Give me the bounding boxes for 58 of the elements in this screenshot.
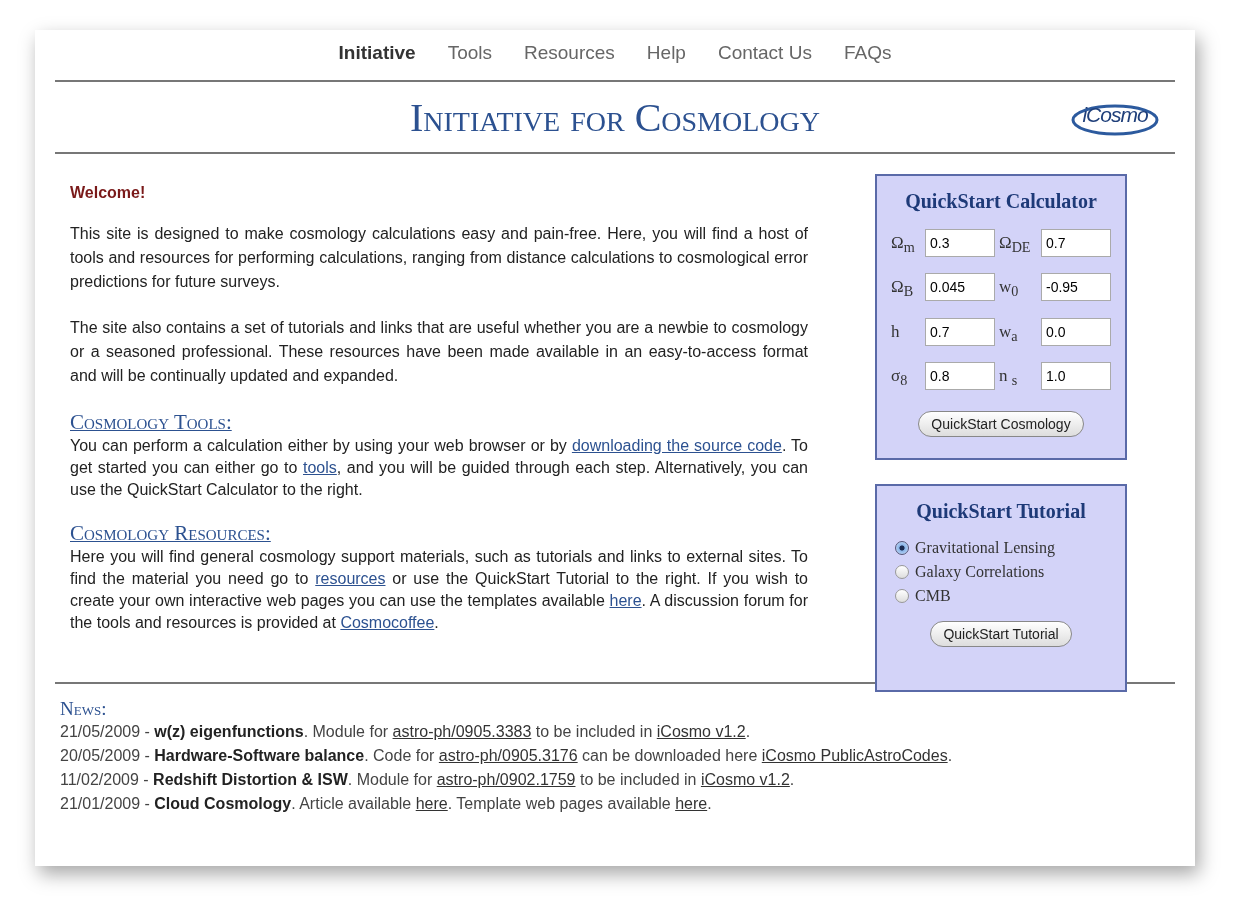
parameter-label: Ω$_{B}$ — [891, 276, 915, 302]
parameter-label: h — [891, 320, 901, 343]
input-field[interactable]: 0.3 — [925, 229, 995, 257]
option-label: CMB — [915, 587, 951, 605]
section-heading-link[interactable]: Cosmology Resources: — [70, 521, 271, 546]
radio-button[interactable] — [895, 589, 909, 603]
nav-link[interactable]: Tools — [447, 42, 492, 80]
parameter-label: w$_{a}$ — [999, 320, 1019, 347]
text-link[interactable]: astro-ph/0905.3176 — [438, 747, 578, 764]
text-link[interactable]: here — [675, 795, 708, 812]
input-field[interactable]: 0.7 — [925, 317, 995, 346]
parameter-label: σ$_{8}$ — [891, 365, 909, 391]
nav-link[interactable]: Help — [646, 42, 686, 80]
panel-title: QuickStart Calculator — [904, 190, 1098, 213]
input-field[interactable]: 0.7 — [1041, 229, 1111, 257]
nav-link[interactable]: FAQs — [843, 42, 892, 80]
input-field[interactable]: -0.95 — [1041, 273, 1111, 302]
quickstart-button[interactable]: QuickStart Tutorial — [930, 621, 1072, 647]
news-heading[interactable]: News: — [60, 698, 107, 720]
text-link[interactable]: astro-ph/0905.3383 — [392, 723, 532, 740]
text-link[interactable]: iCosmo v1.2 — [656, 723, 746, 740]
text-link[interactable]: downloading the source code — [571, 437, 782, 454]
text-link[interactable]: resources — [315, 570, 386, 587]
section-heading-link[interactable]: Cosmology Tools: — [70, 410, 232, 435]
quickstart-button[interactable]: QuickStart Cosmology — [918, 410, 1084, 437]
nav-link[interactable]: Resources — [524, 42, 615, 80]
text-link[interactable]: Cosmocoffee — [340, 614, 435, 631]
text-link[interactable]: tools — [303, 459, 337, 476]
paragraph-text: Here you will find general cosmology support materials, such as tutorials and links to external sites. To find the material you need go to resources or use the QuickStart Tutorial to the right. If you wish to create your own interactive web pages you can use the templates available here. A discussion forum for the tools and resources is provided at Cosmocoffee. — [70, 547, 808, 633]
input-field[interactable]: 0.0 — [1041, 317, 1111, 346]
radio-button[interactable] — [895, 541, 909, 555]
option-label: Galaxy Correlations — [915, 563, 1045, 581]
news-item: 21/01/2009 - Cloud Cosmology. Article available here. Template web pages available here. — [60, 794, 713, 814]
parameter-label: Ω$_{m}$ — [891, 232, 916, 258]
text-link[interactable]: iCosmo v1.2 — [700, 771, 790, 788]
news-item: 20/05/2009 - Hardware-Software balance. Code for astro-ph/0905.3176 can be downloaded here iCosmo PublicAstroCodes. — [60, 746, 954, 766]
news-item: 11/02/2009 - Redshift Distortion & ISW. Module for astro-ph/0902.1759 to be included in iCosmo v1.2. — [60, 770, 796, 790]
text-link[interactable]: here — [415, 795, 448, 812]
option-label: Gravitational Lensing — [915, 539, 1055, 557]
parameter-label: w$_{0}$ — [999, 276, 1020, 302]
parameter-label: Ω$_{DE}$ — [999, 232, 1032, 258]
welcome-heading: Welcome! — [70, 184, 147, 202]
text-link[interactable]: iCosmo PublicAstroCodes — [761, 747, 948, 764]
text-link[interactable]: astro-ph/0902.1759 — [436, 771, 576, 788]
input-field[interactable]: 0.8 — [925, 362, 995, 391]
input-field[interactable]: 0.045 — [925, 273, 995, 302]
text-link[interactable]: here — [609, 592, 642, 609]
nav-link[interactable]: Initiative — [338, 42, 416, 80]
paragraph-text: The site also contains a set of tutorials and links that are useful whether you are a newbie to cosmology or a seasoned professional. These resources have been made available in an easy-to-access format and will be continually updated and expanded. — [70, 318, 808, 386]
site-title: Initiative for Cosmology — [410, 93, 820, 141]
paragraph-text: You can perform a calculation either by using your web browser or by downloading the source code. To get started you can either go to tools, and you will be guided through each step. Alternatively, you can use the QuickStart Calculator to the right. — [70, 436, 808, 500]
paragraph-text: This site is designed to make cosmology calculations easy and pain-free. Here, you will find a host of tools and resources for performing calculations, ranging from distance calculations to cosmological error predictions for future surveys. — [70, 224, 808, 292]
panel-title: QuickStart Tutorial — [915, 500, 1087, 523]
nav-link[interactable]: Contact Us — [717, 42, 812, 80]
parameter-label: n $_{s}$ — [999, 365, 1019, 391]
news-item: 21/05/2009 - w(z) eigenfunctions. Module for astro-ph/0905.3383 to be included in iCosmo v1.2. — [60, 722, 752, 742]
input-field[interactable]: 1.0 — [1041, 362, 1111, 391]
radio-button[interactable] — [895, 565, 909, 579]
